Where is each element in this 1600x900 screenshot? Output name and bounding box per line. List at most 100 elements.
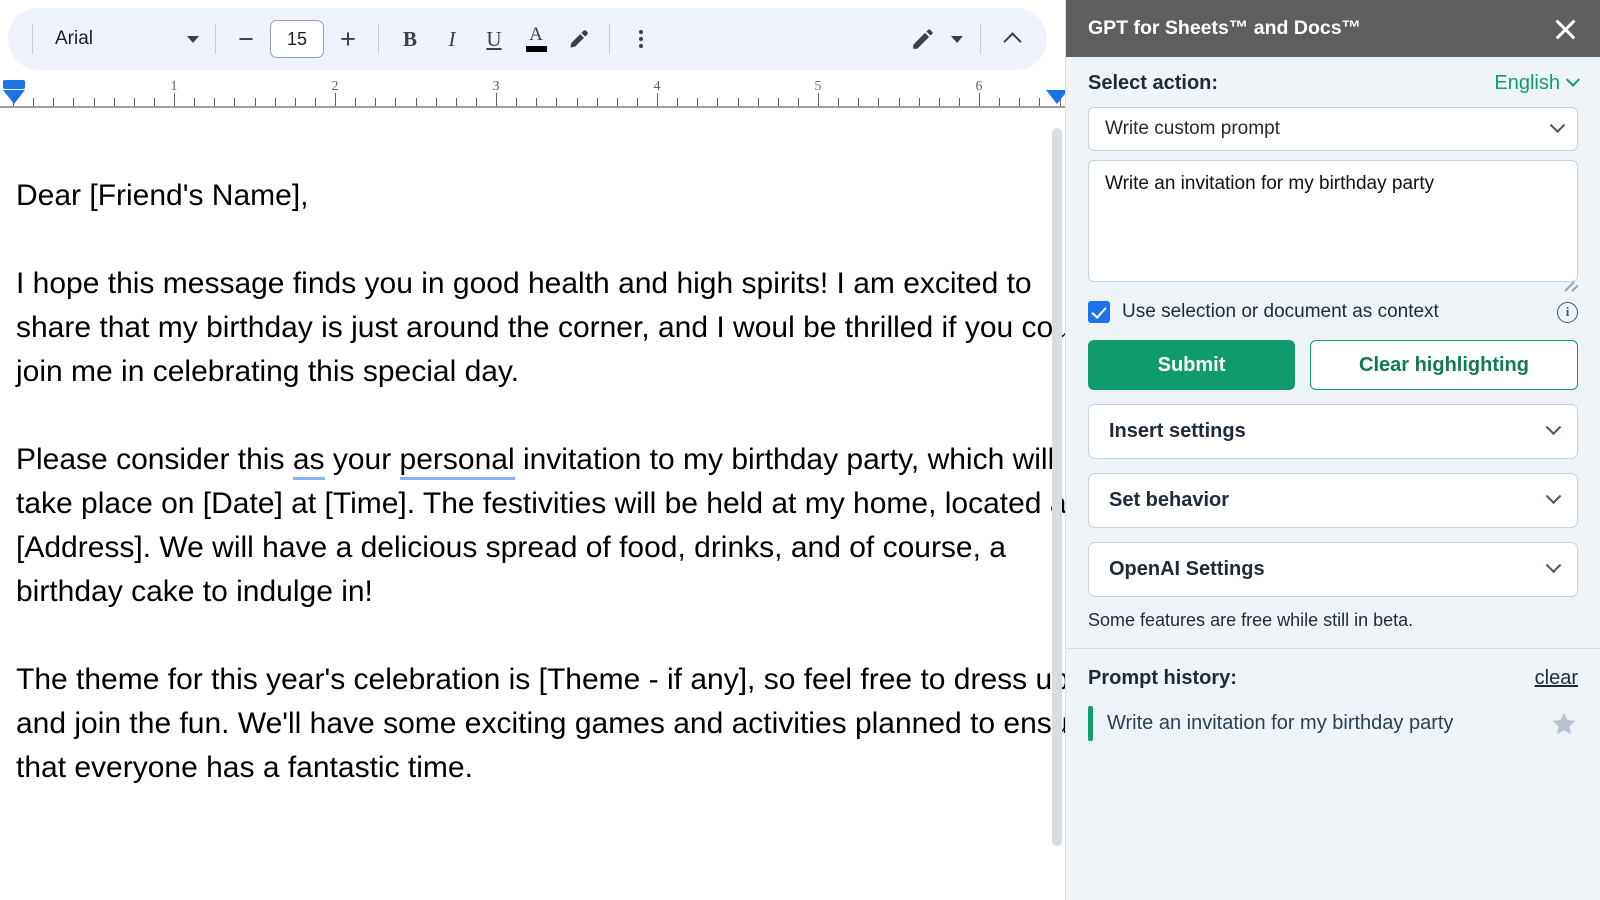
panel-header: GPT for Sheets™ and Docs™ <box>1066 0 1600 57</box>
insert-settings-label: Insert settings <box>1109 420 1246 442</box>
ruler-tick <box>898 98 900 106</box>
openai-settings-label: OpenAI Settings <box>1109 558 1265 580</box>
ruler-tick <box>375 98 377 106</box>
ruler-tick <box>194 98 196 106</box>
ruler-tick <box>999 98 1001 106</box>
increase-font-size-button[interactable]: + <box>328 19 368 59</box>
document-paragraph[interactable]: Dear [Friend's Name], <box>16 174 1065 218</box>
insert-settings-accordion[interactable]: Insert settings <box>1088 404 1578 459</box>
context-checkbox-label: Use selection or document as context <box>1122 301 1439 322</box>
caret-down-icon <box>951 35 963 43</box>
font-size-input[interactable]: 15 <box>270 20 324 58</box>
ruler-tick <box>858 98 860 106</box>
editing-mode-button[interactable] <box>902 18 944 60</box>
document-scrollbar[interactable] <box>1052 128 1062 853</box>
beta-note: Some features are free while still in be… <box>1088 610 1414 630</box>
ruler-tick <box>958 98 960 106</box>
ruler-tick <box>133 98 135 106</box>
chevron-up-icon <box>1002 32 1022 51</box>
ruler-tick <box>153 98 155 106</box>
ruler-tick <box>214 98 216 106</box>
gpt-addon-panel: GPT for Sheets™ and Docs™ Select action:… <box>1065 0 1600 900</box>
more-options-button[interactable] <box>620 18 662 60</box>
panel-title: GPT for Sheets™ and Docs™ <box>1088 17 1362 39</box>
close-icon[interactable] <box>1550 14 1580 44</box>
prompt-input[interactable] <box>1088 160 1578 282</box>
scrollbar-thumb[interactable] <box>1052 128 1062 846</box>
more-vertical-icon <box>639 30 643 48</box>
chevron-down-icon <box>1549 116 1566 133</box>
ruler-tick <box>576 98 578 106</box>
ruler-tick <box>878 98 880 106</box>
context-checkbox[interactable] <box>1088 301 1110 323</box>
highlight-color-button[interactable] <box>557 18 599 60</box>
toolbar-divider <box>215 24 216 54</box>
list-item[interactable]: Write an invitation for my birthday part… <box>1088 706 1578 741</box>
suggestion-text[interactable]: as <box>292 443 325 480</box>
collapse-toolbar-button[interactable] <box>991 18 1033 60</box>
editing-mode-dropdown[interactable] <box>944 18 970 60</box>
ruler-tick <box>174 93 175 106</box>
prompt-textarea-wrap <box>1088 151 1579 292</box>
ruler-tick <box>254 98 256 106</box>
star-icon[interactable] <box>1550 710 1578 738</box>
action-select[interactable]: Write custom prompt <box>1088 107 1578 151</box>
ruler-tick <box>979 93 980 106</box>
ruler-tick <box>1059 98 1061 106</box>
select-action-row: Select action: English <box>1088 72 1581 95</box>
ruler-tick <box>415 98 417 106</box>
ruler-tick <box>475 98 477 106</box>
document-paragraph[interactable]: The theme for this year's celebration is… <box>16 658 1065 790</box>
ruler-tick <box>13 93 14 106</box>
history-item-text[interactable]: Write an invitation for my birthday part… <box>1107 706 1536 741</box>
prompt-history-section: Prompt history: clear Write an invitatio… <box>1066 649 1600 741</box>
ruler-tick <box>1019 98 1021 106</box>
left-indent-marker[interactable] <box>3 80 25 89</box>
formatting-toolbar: Arial − 15 + B I U A <box>8 8 1047 70</box>
decrease-font-size-button[interactable]: − <box>226 19 266 59</box>
document-paragraph[interactable]: I hope this message finds you in good he… <box>16 262 1065 394</box>
text-color-button[interactable]: A <box>515 18 557 60</box>
document-paragraph[interactable]: Please consider this as your personal in… <box>16 438 1065 614</box>
first-line-indent-marker[interactable] <box>3 90 25 104</box>
set-behavior-accordion[interactable]: Set behavior <box>1088 473 1578 528</box>
info-icon[interactable]: i <box>1557 301 1578 323</box>
toolbar-container: Arial − 15 + B I U A <box>0 0 1065 78</box>
document-ruler[interactable]: 123456 <box>0 78 1065 108</box>
document-body[interactable]: Dear [Friend's Name], I hope this message… <box>16 174 1065 790</box>
submit-button[interactable]: Submit <box>1088 340 1295 390</box>
action-select-value: Write custom prompt <box>1105 118 1280 139</box>
toolbar-divider <box>609 24 610 54</box>
text-color-swatch <box>525 46 547 52</box>
font-family-selector[interactable]: Arial <box>43 18 205 60</box>
document-page[interactable]: Dear [Friend's Name], I hope this message… <box>0 108 1065 900</box>
underline-button[interactable]: U <box>473 18 515 60</box>
ruler-tick <box>53 98 55 106</box>
ruler-tick <box>73 98 75 106</box>
right-indent-marker[interactable] <box>1046 90 1065 104</box>
font-family-label: Arial <box>55 28 94 49</box>
ruler-tick <box>918 98 920 106</box>
ruler-tick <box>596 98 598 106</box>
paragraph-text: your <box>324 443 400 476</box>
ruler-tick <box>818 93 819 106</box>
paragraph-text: Please consider this <box>16 443 293 476</box>
language-selector[interactable]: English <box>1494 72 1581 95</box>
bold-button[interactable]: B <box>389 18 431 60</box>
ruler-tick <box>717 98 719 106</box>
ruler-tick <box>697 98 699 106</box>
history-accent-bar <box>1088 706 1093 741</box>
action-buttons-row: Submit Clear highlighting <box>1088 340 1578 390</box>
italic-button[interactable]: I <box>431 18 473 60</box>
ruler-tick <box>556 98 558 106</box>
clear-history-link[interactable]: clear <box>1535 667 1578 690</box>
ruler-tick <box>636 98 638 106</box>
ruler-tick <box>294 98 296 106</box>
pencil-icon <box>913 29 933 49</box>
ruler-tick <box>455 98 457 106</box>
clear-highlighting-button[interactable]: Clear highlighting <box>1310 340 1578 390</box>
suggestion-text[interactable]: personal <box>399 443 515 480</box>
chevron-down-icon <box>1565 72 1581 87</box>
openai-settings-accordion[interactable]: OpenAI Settings <box>1088 542 1578 597</box>
toolbar-divider <box>378 24 379 54</box>
